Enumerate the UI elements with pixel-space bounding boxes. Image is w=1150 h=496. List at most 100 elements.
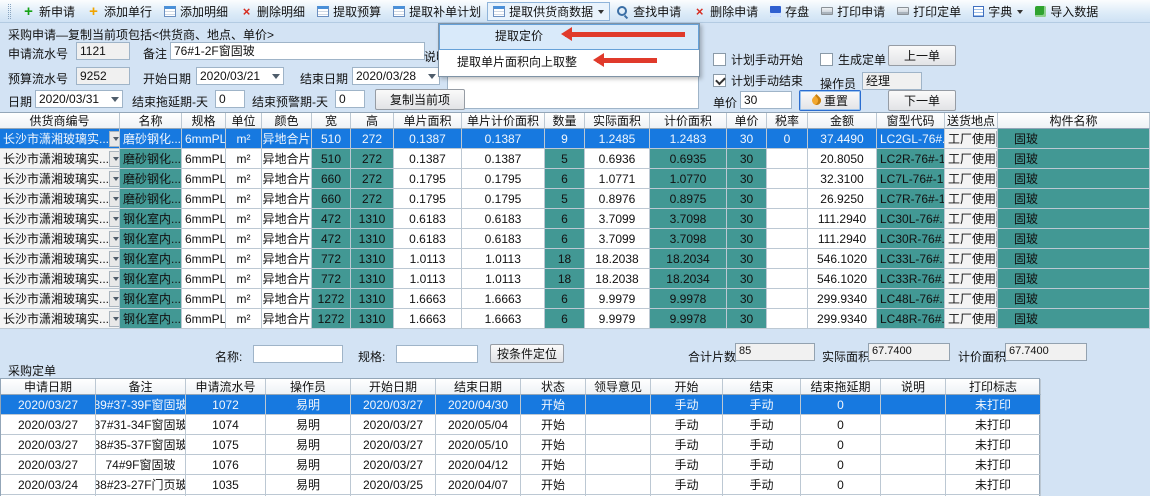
column-header[interactable]: 窗型代码 (877, 113, 945, 129)
column-header[interactable]: 送货地点 (945, 113, 998, 129)
toolbar-button-11[interactable]: 打印申请 (815, 2, 891, 21)
table-row[interactable]: 2020/03/2787#31-34F窗固玻1074易明2020/03/2720… (1, 415, 1039, 435)
filter-spec-input[interactable] (396, 345, 478, 363)
dropdown-icon[interactable] (109, 151, 120, 167)
toolbar-button-7[interactable]: 提取供货商数据 (487, 2, 610, 21)
dropdown-icon[interactable] (109, 211, 120, 227)
request-no-field[interactable]: 1121 (76, 42, 130, 60)
plan-manual-end-checkbox[interactable] (713, 74, 726, 87)
column-header[interactable]: 说明 (881, 379, 946, 395)
copy-current-button[interactable]: 复制当前项 (375, 89, 465, 110)
table-row[interactable]: 长沙市潇湘玻璃实...钢化室内...6mmPLE...m²异地合片4721310… (0, 209, 1150, 229)
column-header[interactable]: 结束拖延期 (801, 379, 881, 395)
end-date-select[interactable]: 2020/03/28 (352, 67, 440, 85)
prev-order-button[interactable]: 上一单 (888, 45, 956, 66)
table-row[interactable]: 长沙市潇湘玻璃实...磨砂钢化...6mmPLE...m²异地合片6602720… (0, 169, 1150, 189)
dropdown-icon[interactable] (109, 171, 120, 187)
column-header[interactable]: 单位 (226, 113, 262, 129)
dropdown-icon[interactable] (109, 191, 120, 207)
toolbar-button-8[interactable]: 查找申请 (610, 2, 687, 21)
dropdown-icon[interactable] (109, 231, 120, 247)
toolbar-button-5[interactable]: 提取预算 (311, 2, 387, 21)
column-header[interactable]: 规格 (182, 113, 226, 129)
column-header[interactable]: 数量 (545, 113, 585, 129)
column-header[interactable]: 领导意见 (586, 379, 651, 395)
dropdown-icon[interactable] (109, 271, 120, 287)
column-header[interactable]: 操作员 (266, 379, 351, 395)
column-header[interactable]: 申请日期 (1, 379, 96, 395)
column-header[interactable]: 计价面积 (650, 113, 727, 129)
operator-field[interactable]: 经理 (862, 72, 922, 90)
generate-order-option[interactable]: 生成定单 (820, 51, 886, 68)
column-header[interactable]: 高 (351, 113, 394, 129)
table-row[interactable]: 长沙市潇湘玻璃实...钢化室内...6mmPLE...m²异地合片1272131… (0, 309, 1150, 329)
date-value: 2020/03/31 (39, 92, 99, 106)
column-header[interactable]: 结束 (723, 379, 801, 395)
unit-price-field[interactable]: 30 (740, 91, 792, 109)
column-header[interactable]: 单片面积 (394, 113, 462, 129)
toolbar-button-3[interactable]: 添加明细 (158, 2, 234, 21)
cell-value: 1310 (359, 212, 386, 226)
toolbar-button-2[interactable]: +添加单行 (81, 2, 158, 21)
table-row[interactable]: 2020/03/2788#35-37F窗固玻1075易明2020/03/2720… (1, 435, 1039, 455)
column-header[interactable]: 单价 (727, 113, 767, 129)
remark-field[interactable]: 76#1-2F窗固玻 (170, 42, 425, 60)
table-row[interactable]: 长沙市潇湘玻璃实...钢化室内...6mmPLE...m²异地合片7721310… (0, 249, 1150, 269)
plan-manual-start-checkbox[interactable] (713, 53, 726, 66)
table-row[interactable]: 长沙市潇湘玻璃实...磨砂钢化...6mmPLE...m²异地合片5102720… (0, 149, 1150, 169)
table-cell: 固玻 (998, 209, 1150, 229)
column-header[interactable]: 单片计价面积 (462, 113, 545, 129)
reset-button[interactable]: 重置 (799, 90, 861, 111)
toolbar-button-14[interactable]: 导入数据 (1029, 2, 1104, 21)
column-header[interactable]: 申请流水号 (186, 379, 266, 395)
toolbar-button-13[interactable]: 字典 (967, 2, 1029, 21)
start-date-select[interactable]: 2020/03/21 (196, 67, 284, 85)
generate-order-checkbox[interactable] (820, 53, 833, 66)
plan-manual-start-option[interactable]: 计划手动开始 (713, 51, 803, 68)
end-warn-field[interactable]: 0 (335, 90, 365, 108)
toolbar-button-1[interactable]: +新申请 (16, 2, 81, 21)
column-header[interactable]: 构件名称 (998, 113, 1150, 129)
toolbar-button-10[interactable]: 存盘 (764, 2, 815, 21)
date-select[interactable]: 2020/03/31 (35, 90, 123, 108)
filter-name-input[interactable] (253, 345, 343, 363)
column-header[interactable]: 供货商编号 (0, 113, 120, 129)
dropdown-icon[interactable] (109, 311, 120, 327)
table-cell: 磨砂钢化... (120, 149, 182, 169)
dropdown-icon[interactable] (109, 291, 120, 307)
table-row[interactable]: 2020/03/2488#23-27F门页玻1035易明2020/03/2520… (1, 475, 1039, 495)
menu-item-2[interactable]: 提取单片面积向上取整 (439, 50, 699, 76)
table-row[interactable]: 长沙市潇湘玻璃实...钢化室内...6mmPLE...m²异地合片4721310… (0, 229, 1150, 249)
dropdown-icon[interactable] (109, 251, 120, 267)
column-header[interactable]: 打印标志 (946, 379, 1041, 395)
toolbar-button-12[interactable]: 打印定单 (891, 2, 967, 21)
column-header[interactable]: 名称 (120, 113, 182, 129)
column-header[interactable]: 开始 (651, 379, 723, 395)
toolbar-button-6[interactable]: 提取补单计划 (387, 2, 487, 21)
plan-manual-end-option[interactable]: 计划手动结束 (713, 72, 803, 89)
column-header[interactable]: 税率 (767, 113, 808, 129)
dropdown-icon[interactable] (109, 131, 120, 147)
column-header[interactable]: 宽 (312, 113, 351, 129)
table-row[interactable]: 2020/03/2774#9F窗固玻1076易明2020/03/272020/0… (1, 455, 1039, 475)
toolbar-button-4[interactable]: ×删除明细 (234, 2, 311, 21)
next-order-button[interactable]: 下一单 (888, 90, 956, 111)
column-header[interactable]: 状态 (521, 379, 586, 395)
table-cell: 0.1795 (462, 189, 545, 209)
end-delay-field[interactable]: 0 (215, 90, 245, 108)
column-header[interactable]: 开始日期 (351, 379, 436, 395)
column-header[interactable]: 实际面积 (585, 113, 650, 129)
table-row[interactable]: 长沙市潇湘玻璃实...钢化室内...6mmPLE...m²异地合片1272131… (0, 289, 1150, 309)
toolbar-button-9[interactable]: ×删除申请 (687, 2, 764, 21)
table-row[interactable]: 2020/03/2789#37-39F窗固玻1072易明2020/03/2720… (1, 395, 1039, 415)
table-row[interactable]: 长沙市潇湘玻璃实...磨砂钢化...6mmPLE...m²异地合片5102720… (0, 129, 1150, 149)
column-header[interactable]: 备注 (96, 379, 186, 395)
column-header[interactable]: 颜色 (262, 113, 312, 129)
table-row[interactable]: 长沙市潇湘玻璃实...钢化室内...6mmPLE...m²异地合片7721310… (0, 269, 1150, 289)
column-header[interactable]: 金额 (808, 113, 877, 129)
locate-by-condition-button[interactable]: 按条件定位 (490, 344, 564, 363)
table-row[interactable]: 长沙市潇湘玻璃实...磨砂钢化...6mmPLE...m²异地合片6602720… (0, 189, 1150, 209)
budget-no-field[interactable]: 9252 (76, 67, 130, 85)
column-header[interactable]: 结束日期 (436, 379, 521, 395)
orders-body: 2020/03/2789#37-39F窗固玻1072易明2020/03/2720… (1, 395, 1039, 496)
